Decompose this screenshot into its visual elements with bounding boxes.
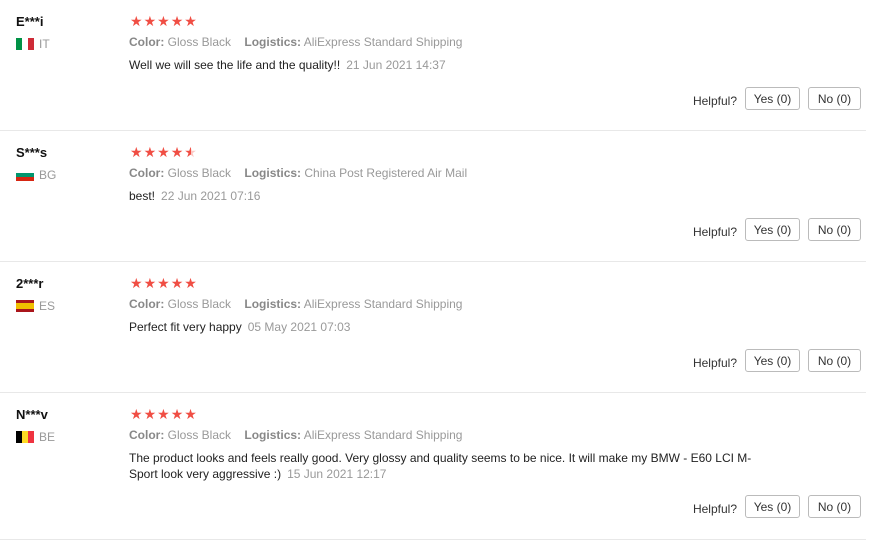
logistics-value: AliExpress Standard Shipping — [303, 428, 463, 442]
star-icon: ★ — [157, 275, 170, 291]
helpful-yes-button[interactable]: Yes (0) — [745, 218, 800, 241]
reviewer-name: N***v — [16, 407, 48, 422]
star-rating: ★ ★ ★ ★ ★ — [130, 145, 198, 159]
review-text: Perfect fit very happy — [129, 320, 242, 334]
helpful-label: Helpful? — [692, 501, 737, 516]
review-text-block: best! 22 Jun 2021 07:16 — [129, 188, 769, 204]
logistics-label: Logistics: — [244, 35, 302, 49]
star-icon: ★ — [170, 275, 184, 291]
helpful-controls: Helpful? Yes (0) No (0) — [693, 87, 861, 110]
helpful-no-button[interactable]: No (0) — [808, 495, 861, 518]
review-text-block: Perfect fit very happy 05 May 2021 07:03 — [129, 319, 769, 335]
italy-flag-icon — [16, 38, 34, 50]
review-date: 21 Jun 2021 14:37 — [346, 58, 446, 72]
review-text-block: The product looks and feels really good.… — [129, 450, 769, 482]
review-item: S***s BG ★ ★ ★ ★ ★ Color: Gloss Black Logist… — [0, 131, 866, 262]
logistics-value: AliExpress Standard Shipping — [303, 297, 463, 311]
color-value: Gloss Black — [167, 166, 232, 180]
reviewer-country: BE — [16, 430, 55, 444]
color-value: Gloss Black — [167, 428, 232, 442]
star-icon: ★ — [130, 275, 143, 291]
review-attributes: Color: Gloss Black Logistics: AliExpress… — [129, 428, 462, 442]
color-value: Gloss Black — [167, 297, 232, 311]
star-rating: ★ ★ ★ ★ ★ — [130, 14, 198, 28]
color-value: Gloss Black — [167, 35, 232, 49]
bulgaria-flag-icon — [16, 169, 34, 181]
helpful-no-button[interactable]: No (0) — [808, 87, 861, 110]
star-icon: ★ — [143, 275, 157, 291]
reviewer-country: BG — [16, 168, 56, 182]
helpful-no-button[interactable]: No (0) — [808, 349, 861, 372]
star-icon: ★ — [170, 144, 184, 160]
reviewer-name: S***s — [16, 145, 48, 160]
review-date: 22 Jun 2021 07:16 — [161, 189, 261, 203]
logistics-label: Logistics: — [244, 428, 302, 442]
review-text-block: Well we will see the life and the qualit… — [129, 57, 769, 73]
star-icon: ★ — [143, 144, 157, 160]
star-icon: ★ — [130, 406, 143, 422]
star-rating: ★ ★ ★ ★ ★ — [130, 407, 198, 421]
helpful-label: Helpful? — [692, 224, 737, 239]
star-rating: ★ ★ ★ ★ ★ — [130, 276, 198, 290]
helpful-controls: Helpful? Yes (0) No (0) — [693, 349, 861, 372]
review-attributes: Color: Gloss Black Logistics: AliExpress… — [129, 35, 462, 49]
country-code: IT — [39, 37, 50, 51]
helpful-controls: Helpful? Yes (0) No (0) — [693, 218, 861, 241]
star-icon: ★ — [184, 406, 197, 422]
star-icon: ★ — [157, 406, 170, 422]
star-icon: ★ — [130, 144, 143, 160]
review-item: E***i IT ★ ★ ★ ★ ★ Color: Gloss Black Logist… — [0, 0, 866, 131]
review-attributes: Color: Gloss Black Logistics: AliExpress… — [129, 297, 462, 311]
review-attributes: Color: Gloss Black Logistics: China Post… — [129, 166, 467, 180]
review-item: N***v BE ★ ★ ★ ★ ★ Color: Gloss Black Logist… — [0, 393, 866, 540]
logistics-label: Logistics: — [244, 297, 302, 311]
reviewer-country: ES — [16, 299, 55, 313]
helpful-yes-button[interactable]: Yes (0) — [745, 495, 800, 518]
reviewer-name: E***i — [16, 14, 44, 29]
color-label: Color: — [129, 297, 165, 311]
star-icon: ★ — [143, 13, 157, 29]
reviewer-country: IT — [16, 37, 50, 51]
logistics-label: Logistics: — [244, 166, 302, 180]
review-text: best! — [129, 189, 156, 203]
review-text: The product looks and feels really good.… — [129, 451, 752, 481]
logistics-value: AliExpress Standard Shipping — [303, 35, 463, 49]
star-icon: ★ — [157, 144, 170, 160]
logistics-value: China Post Registered Air Mail — [304, 166, 468, 180]
color-label: Color: — [129, 428, 165, 442]
star-icon: ★ — [143, 406, 157, 422]
review-date: 05 May 2021 07:03 — [247, 320, 351, 334]
helpful-yes-button[interactable]: Yes (0) — [745, 87, 800, 110]
reviewer-name: 2***r — [16, 276, 44, 291]
country-code: BE — [39, 430, 56, 444]
country-code: ES — [39, 299, 56, 313]
review-text: Well we will see the life and the qualit… — [129, 58, 341, 72]
helpful-no-button[interactable]: No (0) — [808, 218, 861, 241]
star-icon: ★ — [130, 13, 143, 29]
review-date: 15 Jun 2021 12:17 — [287, 467, 387, 481]
belgium-flag-icon — [16, 431, 34, 443]
helpful-controls: Helpful? Yes (0) No (0) — [693, 495, 861, 518]
country-code: BG — [39, 168, 57, 182]
star-icon: ★ — [170, 406, 184, 422]
color-label: Color: — [129, 35, 165, 49]
star-icon: ★ — [184, 275, 197, 291]
half-star-icon: ★ — [184, 144, 197, 160]
helpful-yes-button[interactable]: Yes (0) — [745, 349, 800, 372]
helpful-label: Helpful? — [692, 93, 737, 108]
spain-flag-icon — [16, 300, 34, 312]
helpful-label: Helpful? — [692, 355, 737, 370]
review-item: 2***r ES ★ ★ ★ ★ ★ Color: Gloss Black Logist… — [0, 262, 866, 393]
color-label: Color: — [129, 166, 165, 180]
star-icon: ★ — [184, 13, 197, 29]
star-icon: ★ — [170, 13, 184, 29]
star-icon: ★ — [157, 13, 170, 29]
